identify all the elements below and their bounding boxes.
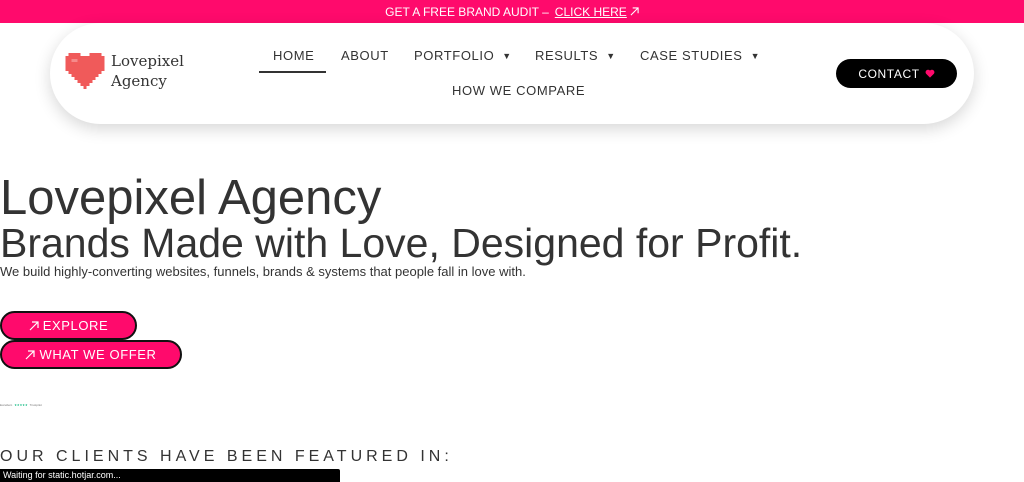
nav-home[interactable]: HOME [273,48,314,63]
pixel-heart-icon [65,53,105,89]
nav-results-label: RESULTS [535,48,599,63]
heart-icon [925,69,935,78]
arrow-up-right-icon [26,349,36,359]
nav-portfolio[interactable]: PORTFOLIO ▼ [414,48,512,63]
logo[interactable]: Lovepixel Agency [65,51,184,91]
promo-bar: GET A FREE BRAND AUDIT – CLICK HERE [0,0,1024,23]
review-badge-text: Excellent [0,403,13,407]
explore-button-label: EXPLORE [42,318,109,333]
nav-active-indicator [259,71,326,73]
contact-button-label: CONTACT [858,66,920,81]
nav-case-studies-label: CASE STUDIES [640,48,743,63]
explore-button[interactable]: EXPLORE [0,311,137,340]
what-we-offer-button[interactable]: WHAT WE OFFER [0,340,182,369]
arrow-up-right-icon [630,7,639,16]
what-we-offer-button-label: WHAT WE OFFER [39,347,157,362]
review-brand: Trustpilot [29,403,42,407]
nav-portfolio-label: PORTFOLIO [414,48,495,63]
nav-results[interactable]: RESULTS ▼ [535,48,616,63]
nav-home-label: HOME [273,48,315,63]
nav-case-studies[interactable]: CASE STUDIES ▼ [640,48,760,63]
nav-about[interactable]: ABOUT [341,48,389,63]
promo-link[interactable]: CLICK HERE [555,5,639,19]
contact-button[interactable]: CONTACT [836,59,957,88]
promo-text: GET A FREE BRAND AUDIT – [385,4,549,19]
arrow-up-right-icon [29,320,39,330]
logo-line2: Agency [111,72,167,90]
caret-down-icon: ▼ [606,50,616,61]
review-badge[interactable]: Excellent ★★★★★ Trustpilot [0,403,42,407]
logo-text: Lovepixel Agency [111,51,184,91]
nav-about-label: ABOUT [341,48,389,63]
caret-down-icon: ▼ [750,50,761,61]
nav-how-we-compare-label: HOW WE COMPARE [452,83,586,98]
hero-title: Lovepixel Agency [0,171,382,225]
hero-subtitle: Brands Made with Love, Designed for Prof… [0,220,803,266]
review-stars: ★★★★★ [14,403,28,407]
logo-line1: Lovepixel [111,52,184,70]
browser-status-bar: Waiting for static.hotjar.com... [0,469,340,482]
nav-how-we-compare[interactable]: HOW WE COMPARE [452,83,585,98]
hero-description: We build highly-converting websites, fun… [0,264,526,279]
featured-heading: OUR CLIENTS HAVE BEEN FEATURED IN: [0,448,453,465]
caret-down-icon: ▼ [502,50,512,61]
promo-link-label: CLICK HERE [554,4,627,19]
